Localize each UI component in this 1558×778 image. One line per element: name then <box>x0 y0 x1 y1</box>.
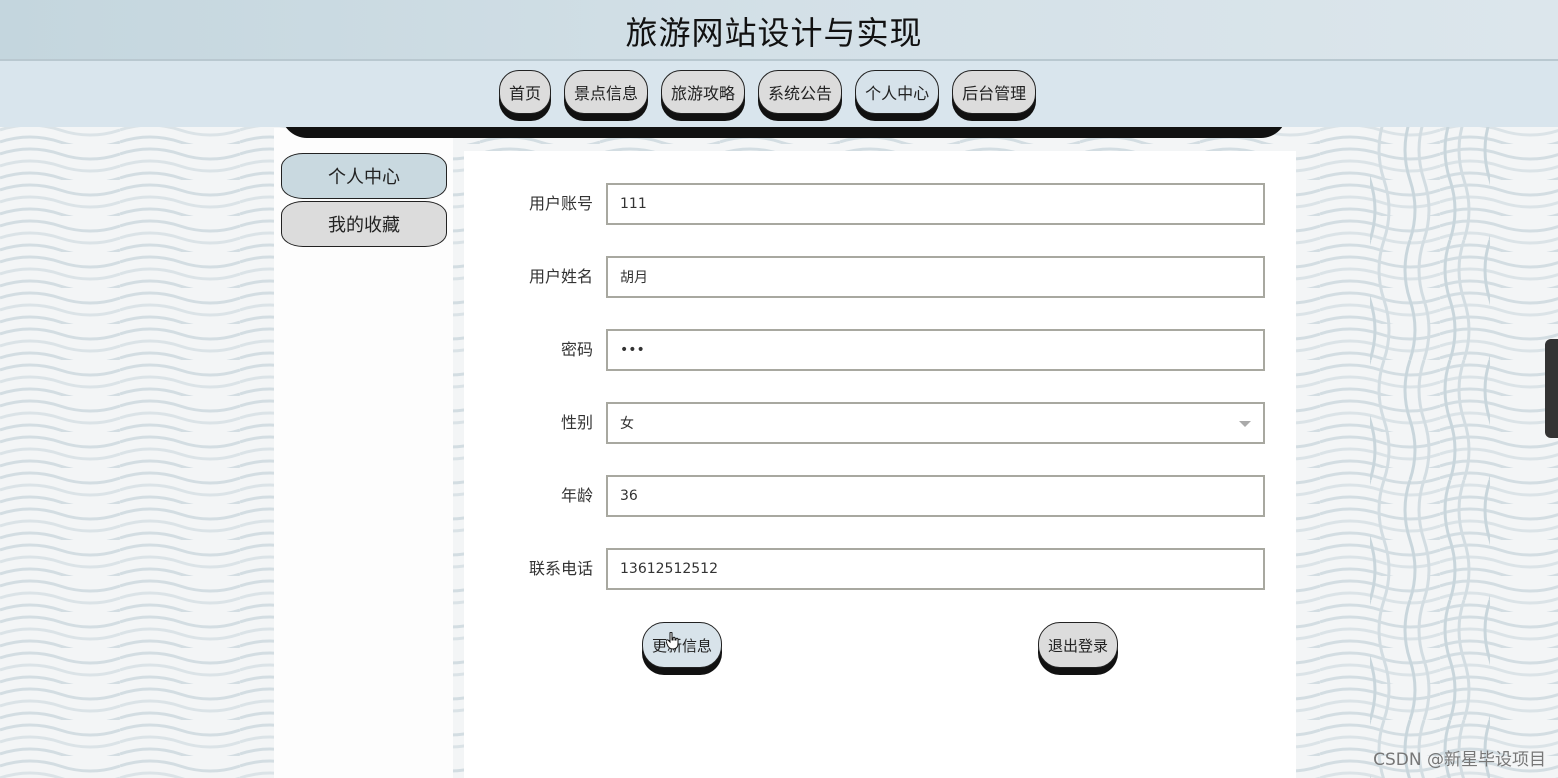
gender-select[interactable]: 女 <box>606 402 1265 444</box>
sidebar-item-profile[interactable]: 个人中心 <box>281 153 447 199</box>
account-label: 用户账号 <box>528 194 593 213</box>
age-label: 年龄 <box>560 486 593 505</box>
nav-item-attractions[interactable]: 景点信息 <box>564 70 649 114</box>
update-info-button[interactable]: 更新信息 <box>642 622 722 668</box>
nav-item-home[interactable]: 首页 <box>499 70 552 114</box>
form-row-password: 密码 <box>464 329 1296 371</box>
top-navbar: 首页 景点信息 旅游攻略 系统公告 个人中心 后台管理 <box>0 61 1558 127</box>
form-row-age: 年龄 <box>464 475 1296 517</box>
name-label: 用户姓名 <box>528 267 593 286</box>
hand-pointer-icon <box>666 632 679 650</box>
site-title: 旅游网站设计与实现 <box>625 14 923 52</box>
password-input[interactable] <box>606 329 1265 371</box>
nav-item-announcements[interactable]: 系统公告 <box>758 70 843 114</box>
form-row-gender: 性别 女 <box>464 402 1296 444</box>
nav-item-guides[interactable]: 旅游攻略 <box>661 70 746 114</box>
sidebar-menu: 个人中心 我的收藏 <box>281 153 447 249</box>
password-label: 密码 <box>560 340 593 359</box>
sidebar-item-favorites[interactable]: 我的收藏 <box>281 201 447 247</box>
nav-item-profile[interactable]: 个人中心 <box>855 70 940 114</box>
account-input[interactable] <box>606 183 1265 225</box>
name-input[interactable] <box>606 256 1265 298</box>
gender-selected-value: 女 <box>620 416 634 432</box>
gender-label: 性别 <box>560 413 593 432</box>
side-scroll-handle[interactable] <box>1545 339 1558 438</box>
site-header: 旅游网站设计与实现 <box>0 0 1558 61</box>
age-input[interactable] <box>606 475 1265 517</box>
nav-item-admin[interactable]: 后台管理 <box>952 70 1037 114</box>
watermark-text: CSDN @新星毕设项目 <box>1373 750 1546 770</box>
phone-input[interactable] <box>606 548 1265 590</box>
chevron-down-icon <box>1239 421 1251 427</box>
phone-label: 联系电话 <box>528 559 593 578</box>
form-row-name: 用户姓名 <box>464 256 1296 298</box>
form-row-phone: 联系电话 <box>464 548 1296 590</box>
nav-list: 首页 景点信息 旅游攻略 系统公告 个人中心 后台管理 <box>499 70 1037 114</box>
form-row-account: 用户账号 <box>464 183 1296 225</box>
logout-button[interactable]: 退出登录 <box>1038 622 1118 668</box>
profile-form-panel <box>464 151 1296 778</box>
